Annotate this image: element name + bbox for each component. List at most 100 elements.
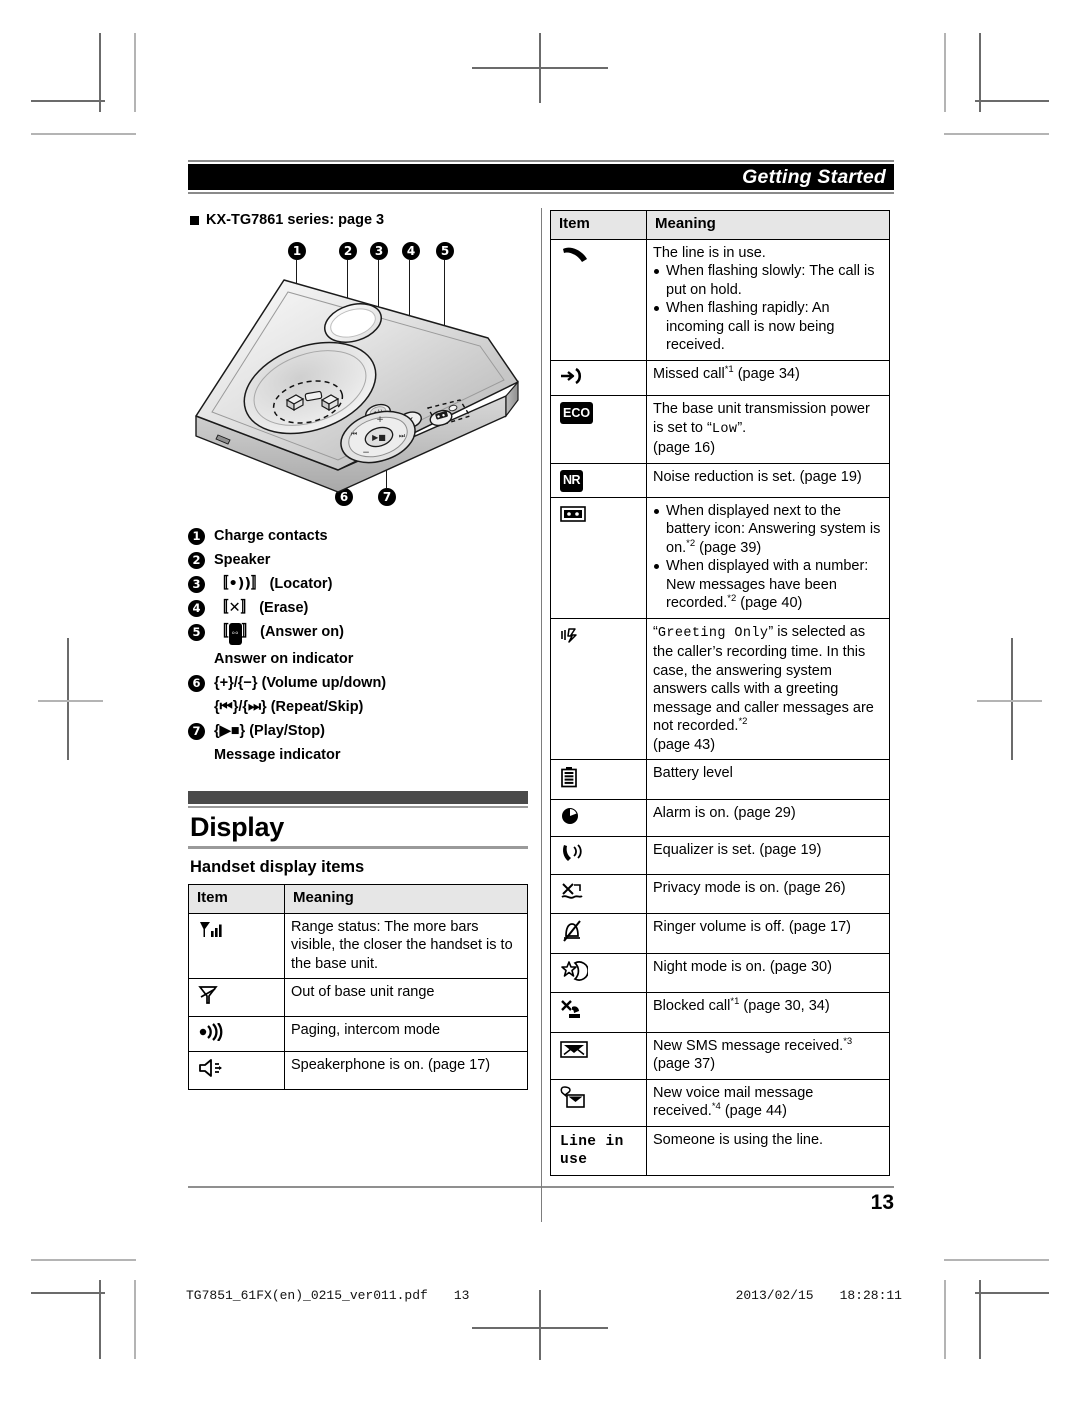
blocked-call-icon [550,992,647,1033]
table-row: Ringer volume is off. (page 17) [550,913,890,954]
greeting-only-icon [550,617,647,760]
meaning-cell: The base unit transmission power is set … [646,395,890,464]
registration-mark-right-v [1011,638,1013,760]
voice-mail-icon [550,1078,647,1127]
bullet-item: When flashing rapidly: An incoming call … [653,299,883,355]
meaning-lead: The line is in use. [653,244,766,261]
night-mode-glyph [561,960,589,981]
registration-mark-top-h [472,67,608,69]
privacy-mode-icon [550,873,647,914]
svg-text:▶■: ▶■ [372,433,386,442]
missed-call-icon [550,359,647,396]
paging-glyph [199,1021,223,1042]
manual-page: Getting Started KX-TG7861 series: page 3… [188,160,894,1222]
table-row: “Greeting Only” is selected as the calle… [550,617,890,760]
square-bullet-icon [190,216,199,225]
meaning-cell: Blocked call*1 (page 30, 34) [646,992,890,1033]
print-footer-time: 18:28:11 [839,1288,902,1303]
out-of-range-icon [188,978,285,1017]
answering-system-glyph [560,505,586,522]
crop-mark-bottom-left-h [31,1292,105,1294]
table-row: When displayed next to the battery icon:… [550,496,890,619]
left-column: KX-TG7861 series: page 3 1 2 3 4 5 6 7 ▶… [188,210,528,1176]
voice-mail-glyph [560,1085,585,1108]
table-row: Equalizer is set. (page 19) [550,836,890,875]
crop-mark-bottom-left-h2 [31,1259,136,1261]
head-rule-bottom [188,192,894,194]
print-footer-filename: TG7851_61FX(en)_0215_ver011.pdf [186,1288,428,1303]
legend-sub-6: {⏮}/{⏭} (Repeat/Skip) [214,699,364,715]
legend-text-1: Charge contacts [214,528,328,544]
registration-mark-left-h [38,700,103,702]
legend-text-6: {+}/{−} (Volume up/down) [214,675,387,691]
print-footer-date: 2013/02/15 [735,1288,814,1303]
crop-mark-bottom-right-v2 [944,1280,946,1359]
meaning-cell: Speakerphone is on. (page 17) [284,1051,528,1090]
footnote-ref: *1 [730,996,740,1008]
meaning-cell: “Greeting Only” is selected as the calle… [646,617,890,760]
crop-mark-top-right-h [975,100,1049,102]
table-row: ECO The base unit transmission power is … [550,395,890,464]
registration-mark-left-v [67,638,69,760]
legend-text-3: 〚•))〛 (Locator) [214,574,332,594]
crop-mark-top-right-v2 [944,33,946,112]
meaning-cell: Paging, intercom mode [284,1015,528,1052]
legend-num-3: 3 [188,576,205,593]
footnote-ref: *2 [686,537,696,549]
right-column: Item Meaning The line is in use. When fl… [550,210,890,1176]
greeting-only-value: Greeting Only [657,625,769,641]
meaning-cell: Someone is using the line. [646,1125,890,1176]
locator-key-icon: 〚•))〛 [214,576,266,592]
battery-icon [550,759,647,800]
head-rule-top [188,160,894,162]
legend-item-3: 3 〚•))〛 (Locator) [188,574,528,594]
eco-badge-icon: ECO [550,395,647,464]
signal-bars-icon [188,912,285,979]
answer-on-key-icon: 〚 ◦◦ 〛 [214,623,256,645]
erase-key-icon: 〚✕〛 [214,600,256,616]
missed-call-glyph [561,367,582,384]
paging-icon [188,1015,285,1052]
night-mode-icon [550,952,647,993]
series-heading-text: KX-TG7861 series: page 3 [206,212,385,228]
table-row: Range status: The more bars visible, the… [188,912,528,979]
svg-text:⏮: ⏮ [351,430,357,438]
callout-legend: 1 Charge contacts 2 Speaker 3 〚•))〛 (Loc… [188,526,528,765]
legend-num-2: 2 [188,552,205,569]
svg-text:⏭: ⏭ [399,432,406,440]
handset-display-items-table: Item Meaning Range status: The more bars… [188,884,528,1090]
col-header-item: Item [550,210,647,240]
meaning-cell: Missed call*1 (page 34) [646,359,890,396]
table-row: The line is in use. When flashing slowly… [550,238,890,361]
battery-glyph [561,767,577,788]
col-header-item: Item [188,884,285,914]
legend-num-1: 1 [188,528,205,545]
footnote-ref: *4 [711,1101,721,1113]
meaning-cell: Night mode is on. (page 30) [646,952,890,993]
base-unit-drawing: •)) ✕ ▶■ + − [195,279,519,493]
crop-mark-top-right-h2 [944,133,1049,135]
eco-badge-label: ECO [560,402,594,424]
handset-offhook-icon [550,238,647,361]
crop-mark-bottom-left-v2 [134,1280,136,1359]
section-title: Display [190,812,284,842]
table-row: Alarm is on. (page 29) [550,798,890,837]
table-header-row: Item Meaning [550,210,890,240]
equalizer-icon [550,836,647,875]
meaning-cell: Range status: The more bars visible, the… [284,912,528,979]
alarm-clock-icon [550,798,647,837]
table-row: Paging, intercom mode [188,1015,528,1052]
table-row: NR Noise reduction is set. (page 19) [550,462,890,498]
meaning-cell: Battery level [646,759,890,800]
table-row: New voice mail message received.*4 (page… [550,1078,890,1127]
footnote-ref: *2 [738,716,748,728]
crop-mark-top-left-h2 [31,133,136,135]
meaning-cell: Alarm is on. (page 29) [646,798,890,837]
meaning-cell: Out of base unit range [284,978,528,1017]
blocked-call-glyph [561,1000,580,1018]
table-row: New SMS message received.*3 (page 37) [550,1031,890,1080]
table-row: Missed call*1 (page 34) [550,359,890,396]
base-display-items-table: Item Meaning The line is in use. When fl… [550,210,890,1176]
legend-num-5: 5 [188,624,205,641]
legend-label-4: (Erase) [259,600,309,616]
